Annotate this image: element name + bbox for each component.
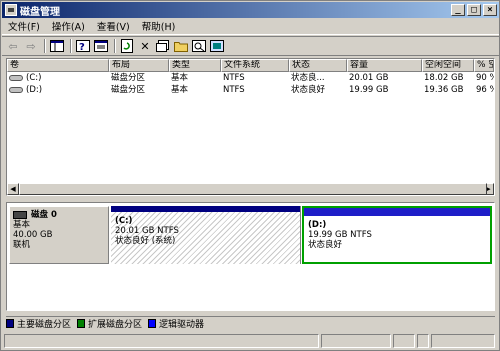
volume-percent-free: 90 % xyxy=(476,73,494,83)
status-pane xyxy=(4,334,320,348)
volume-filesystem: NTFS xyxy=(223,85,245,95)
title-bar[interactable]: 磁盘管理 _ □ × xyxy=(2,2,499,18)
partition-c[interactable]: (C:) 20.01 GB NTFS 状态良好 (系统) xyxy=(111,206,301,264)
toolbar-separator xyxy=(44,39,46,53)
legend-label: 逻辑驱动器 xyxy=(159,320,205,330)
status-bar xyxy=(2,332,499,350)
partition-size: 19.99 GB NTFS xyxy=(308,230,372,240)
partition-size: 20.01 GB NTFS xyxy=(115,226,179,236)
volume-capacity: 20.01 GB xyxy=(349,73,389,83)
forward-arrow-icon[interactable]: ⇨ xyxy=(23,38,39,54)
volume-free-space: 18.02 GB xyxy=(424,73,464,83)
volume-name: (D:) xyxy=(26,85,43,95)
volume-icon xyxy=(9,74,23,81)
volume-icon xyxy=(9,86,23,93)
column-header-layout[interactable]: 布局 xyxy=(109,59,169,72)
open-folder-icon[interactable] xyxy=(173,38,189,54)
close-button[interactable]: × xyxy=(483,4,497,16)
horizontal-scrollbar[interactable]: ◀ ▶ xyxy=(7,183,494,195)
legend-label: 扩展磁盘分区 xyxy=(88,320,143,330)
minimize-button[interactable]: _ xyxy=(451,4,465,16)
disk-graphical-view: 磁盘 0 基本 40.00 GB 联机 (C:) 20.01 GB NTFS 状… xyxy=(6,202,495,311)
volume-free-space: 19.36 GB xyxy=(424,85,464,95)
back-arrow-icon[interactable]: ⇦ xyxy=(5,38,21,54)
volume-name: (C:) xyxy=(26,73,42,83)
legend-swatch xyxy=(6,319,14,328)
column-header-filesystem[interactable]: 文件系统 xyxy=(221,59,289,72)
menu-file[interactable]: 文件(F) xyxy=(2,19,46,33)
window-controls: _ □ × xyxy=(451,4,497,16)
column-header-status[interactable]: 状态 xyxy=(289,59,347,72)
column-header-volume[interactable]: 卷 xyxy=(7,59,109,72)
partition-status: 状态良好 (系统) xyxy=(115,236,176,246)
volume-list-header: 卷 布局 类型 文件系统 状态 容量 空闲空间 % 空 xyxy=(7,59,494,72)
toolbar-separator xyxy=(114,39,116,53)
table-row[interactable]: (C:) 磁盘分区 基本 NTFS 状态良... 20.01 GB 18.02 … xyxy=(7,72,494,84)
partition-d[interactable]: (D:) 19.99 GB NTFS 状态良好 xyxy=(302,206,492,264)
status-pane xyxy=(416,334,429,348)
disk-size: 40.00 GB xyxy=(13,230,53,240)
menu-bar: 文件(F) 操作(A) 查看(V) 帮助(H) xyxy=(2,18,499,35)
properties-icon[interactable]: ? xyxy=(75,38,91,54)
partition-legend: 主要磁盘分区 扩展磁盘分区 逻辑驱动器 xyxy=(6,316,495,330)
disk-type: 基本 xyxy=(13,220,31,230)
volume-percent-free: 96 % xyxy=(476,85,494,95)
legend-item: 主要磁盘分区 xyxy=(6,317,71,330)
partition-label: (D:) xyxy=(308,220,327,230)
partition-type-bar xyxy=(304,208,490,216)
legend-swatch xyxy=(77,319,86,328)
column-header-free-space[interactable]: 空闲空间 xyxy=(422,59,474,72)
volume-layout: 磁盘分区 xyxy=(111,73,146,83)
status-pane xyxy=(392,334,415,348)
menu-help[interactable]: 帮助(H) xyxy=(136,19,182,33)
column-header-capacity[interactable]: 容量 xyxy=(347,59,422,72)
scroll-thumb[interactable] xyxy=(19,183,487,195)
table-row[interactable]: (D:) 磁盘分区 基本 NTFS 状态良好 19.99 GB 19.36 GB… xyxy=(7,84,494,96)
disk-icon xyxy=(13,211,27,219)
toolbar-separator xyxy=(70,39,72,53)
delete-icon[interactable]: ✕ xyxy=(137,38,153,54)
maximize-button[interactable]: □ xyxy=(467,4,481,16)
refresh-icon[interactable] xyxy=(119,38,135,54)
partition-status: 状态良好 xyxy=(308,240,343,250)
status-pane xyxy=(321,334,391,348)
scroll-left-icon[interactable]: ◀ xyxy=(7,183,19,195)
menu-view[interactable]: 查看(V) xyxy=(91,19,136,33)
volume-capacity: 19.99 GB xyxy=(349,85,389,95)
volume-status: 状态良... xyxy=(291,73,325,83)
menu-action[interactable]: 操作(A) xyxy=(46,19,91,33)
disk-management-window: 磁盘管理 _ □ × 文件(F) 操作(A) 查看(V) 帮助(H) ⇦ ⇨ ?… xyxy=(0,0,500,351)
disk-name: 磁盘 0 xyxy=(31,210,57,220)
console-tree-icon[interactable] xyxy=(49,38,65,54)
window-title: 磁盘管理 xyxy=(20,6,60,18)
column-header-percent-free[interactable]: % 空 xyxy=(474,59,494,72)
properties-sheet-icon[interactable] xyxy=(155,38,171,54)
legend-item: 扩展磁盘分区 xyxy=(77,317,142,330)
legend-label: 主要磁盘分区 xyxy=(17,320,72,330)
disk-info-panel[interactable]: 磁盘 0 基本 40.00 GB 联机 xyxy=(9,206,109,264)
volume-type: 基本 xyxy=(171,85,189,95)
volume-filesystem: NTFS xyxy=(223,73,245,83)
help-icon[interactable] xyxy=(93,38,109,54)
volume-layout: 磁盘分区 xyxy=(111,85,146,95)
export-icon[interactable] xyxy=(209,38,225,54)
svg-text:?: ? xyxy=(79,42,85,52)
status-pane xyxy=(430,334,495,348)
scroll-track[interactable] xyxy=(19,183,487,195)
search-icon[interactable] xyxy=(191,38,207,54)
disk-management-icon xyxy=(5,4,17,16)
toolbar: ⇦ ⇨ ? ✕ xyxy=(2,36,499,56)
partition-label: (C:) xyxy=(115,216,133,226)
volume-type: 基本 xyxy=(171,73,189,83)
disk-status: 联机 xyxy=(13,240,31,250)
legend-swatch xyxy=(148,319,157,328)
volume-list: 卷 布局 类型 文件系统 状态 容量 空闲空间 % 空 (C:) 磁盘分区 基本… xyxy=(6,58,495,196)
legend-item: 逻辑驱动器 xyxy=(148,317,204,330)
volume-status: 状态良好 xyxy=(291,85,326,95)
column-header-type[interactable]: 类型 xyxy=(169,59,221,72)
